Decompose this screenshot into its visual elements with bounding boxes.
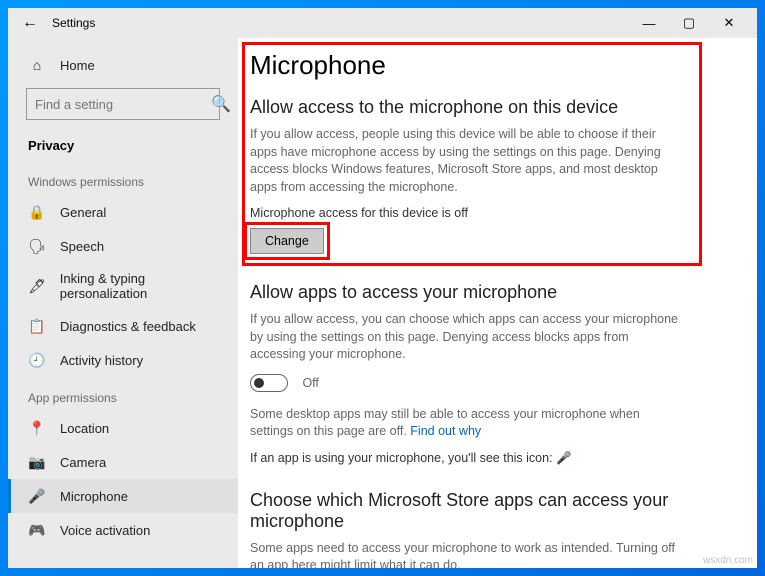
sidebar-item-voice-activation[interactable]: 🎮 Voice activation — [8, 513, 238, 547]
page-title: Microphone — [250, 50, 731, 81]
sidebar-item-microphone[interactable]: 🎤 Microphone — [8, 479, 238, 513]
section-description: If you allow access, people using this d… — [250, 126, 680, 196]
activity-icon: 🕘 — [28, 351, 46, 369]
sidebar-item-label: Camera — [60, 455, 106, 470]
speech-icon: 🗣 — [28, 237, 46, 255]
sidebar-item-label: Microphone — [60, 489, 128, 504]
general-icon: 🔒 — [28, 203, 46, 221]
sidebar-item-activity-history[interactable]: 🕘 Activity history — [8, 343, 238, 377]
sidebar-item-label: Location — [60, 421, 109, 436]
sidebar-item-label: Home — [60, 58, 95, 73]
sidebar-item-location[interactable]: 📍 Location — [8, 411, 238, 445]
maximize-button[interactable]: ▢ — [669, 8, 709, 38]
section-description: Some apps need to access your microphone… — [250, 540, 680, 568]
search-icon: 🔍 — [211, 94, 231, 114]
search-box[interactable]: 🔍 — [26, 88, 220, 120]
camera-icon: 📷 — [28, 453, 46, 471]
sidebar-group-windows: Windows permissions — [8, 161, 238, 195]
find-out-why-link[interactable]: Find out why — [410, 424, 481, 438]
mic-usage-note: If an app is using your microphone, you'… — [250, 451, 731, 466]
sidebar-group-app: App permissions — [8, 377, 238, 411]
section-note: Some desktop apps may still be able to a… — [250, 406, 680, 441]
toggle-switch[interactable] — [250, 374, 288, 392]
sidebar: ⌂ Home 🔍 Privacy Windows permissions 🔒 Ge… — [8, 38, 238, 568]
location-icon: 📍 — [28, 419, 46, 437]
inking-icon: 🖋 — [28, 277, 46, 295]
sidebar-item-camera[interactable]: 📷 Camera — [8, 445, 238, 479]
back-button[interactable]: ← — [16, 14, 44, 32]
diagnostics-icon: 📋 — [28, 317, 46, 335]
sidebar-item-label: Speech — [60, 239, 104, 254]
close-button[interactable]: ✕ — [709, 8, 749, 38]
sidebar-item-label: Activity history — [60, 353, 143, 368]
settings-window: ← Settings — ▢ ✕ ⌂ Home 🔍 Privacy Window… — [8, 8, 757, 568]
microphone-icon: 🎤 — [28, 487, 46, 505]
search-input[interactable] — [35, 97, 211, 112]
minimize-button[interactable]: — — [629, 8, 669, 38]
sidebar-item-general[interactable]: 🔒 General — [8, 195, 238, 229]
section-heading: Choose which Microsoft Store apps can ac… — [250, 490, 731, 532]
sidebar-item-home[interactable]: ⌂ Home — [8, 48, 238, 82]
home-icon: ⌂ — [28, 56, 46, 74]
sidebar-category: Privacy — [8, 130, 238, 161]
sidebar-item-label: Inking & typing personalization — [60, 271, 218, 301]
sidebar-item-inking-typing-personalization[interactable]: 🖋 Inking & typing personalization — [8, 263, 238, 309]
sidebar-item-label: Diagnostics & feedback — [60, 319, 196, 334]
section-heading: Allow apps to access your microphone — [250, 282, 731, 303]
toggle-label: Off — [302, 376, 318, 390]
watermark: wsxdn.com — [703, 555, 753, 566]
section-heading: Allow access to the microphone on this d… — [250, 97, 731, 118]
change-button[interactable]: Change — [250, 228, 324, 254]
sidebar-item-label: Voice activation — [60, 523, 150, 538]
status-text: Microphone access for this device is off — [250, 206, 731, 220]
section-description: If you allow access, you can choose whic… — [250, 311, 680, 364]
window-title: Settings — [52, 16, 95, 30]
sidebar-item-label: General — [60, 205, 106, 220]
sidebar-item-diagnostics-feedback[interactable]: 📋 Diagnostics & feedback — [8, 309, 238, 343]
sidebar-item-speech[interactable]: 🗣 Speech — [8, 229, 238, 263]
main-content: Microphone Allow access to the microphon… — [238, 38, 757, 568]
voice-icon: 🎮 — [28, 521, 46, 539]
titlebar: ← Settings — ▢ ✕ — [8, 8, 757, 38]
